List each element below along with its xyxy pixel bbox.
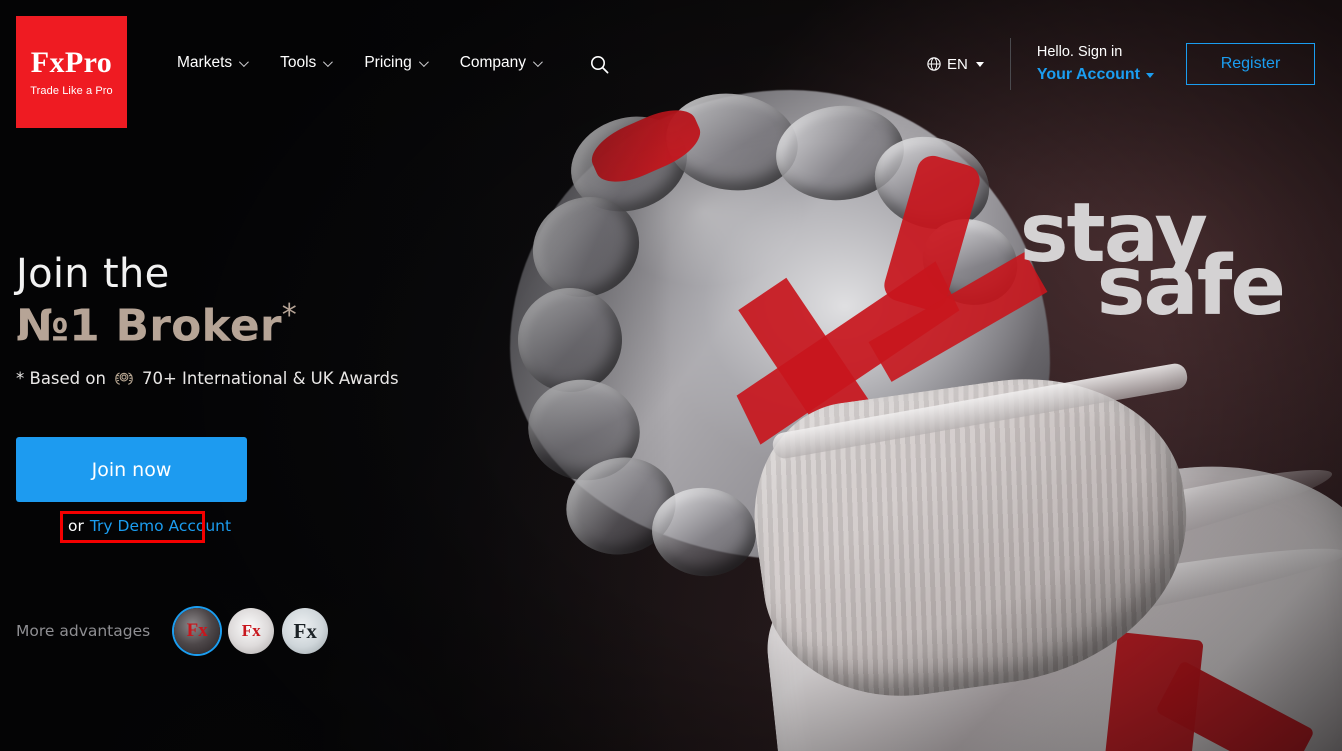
advantage-thumbnails: Fx Fx Fx bbox=[174, 608, 329, 654]
chevron-down-icon bbox=[239, 56, 249, 67]
hero-asterisk: * bbox=[281, 297, 297, 333]
more-advantages-section: More advantages Fx Fx Fx bbox=[16, 608, 329, 654]
chevron-down-icon bbox=[323, 56, 334, 67]
demo-account-row: or Try Demo Account bbox=[68, 517, 231, 535]
nav-label-tools: Tools bbox=[280, 54, 317, 71]
nav-label-markets: Markets bbox=[177, 54, 233, 71]
site-header: FxPro Trade Like a Pro Markets Tools Pri… bbox=[0, 0, 1342, 128]
hero-heading-line-2: №1 Broker* bbox=[16, 297, 297, 352]
more-advantages-label: More advantages bbox=[16, 622, 151, 640]
page-root: stay safe FxPro Trade Like a Pro Markets… bbox=[0, 0, 1342, 751]
header-divider bbox=[1009, 38, 1011, 90]
globe-icon bbox=[927, 57, 941, 71]
logo-tagline: Trade Like a Pro bbox=[30, 84, 113, 97]
language-label: EN bbox=[947, 55, 968, 73]
advantage-thumb-2[interactable]: Fx bbox=[228, 608, 275, 654]
logo-wordmark: FxPro bbox=[30, 45, 113, 79]
nav-item-pricing[interactable]: Pricing bbox=[364, 54, 429, 74]
advantage-thumb-1[interactable]: Fx bbox=[174, 608, 221, 654]
hero-subtitle-prefix: * Based on bbox=[16, 368, 106, 388]
greeting-text: Hello. Sign in bbox=[1036, 44, 1123, 60]
your-account-label: Your Account bbox=[1036, 66, 1140, 83]
nav-label-company: Company bbox=[459, 54, 527, 71]
header-right-cluster: EN Hello. Sign in Your Account Register bbox=[927, 0, 1342, 128]
register-button[interactable]: Register bbox=[1186, 43, 1315, 85]
advantage-thumb-3[interactable]: Fx bbox=[282, 608, 329, 654]
laurel-wreath-icon bbox=[115, 372, 133, 385]
join-now-button[interactable]: Join now bbox=[16, 437, 247, 502]
advantage-thumb-1-glyph: Fx bbox=[186, 620, 208, 641]
primary-nav: Markets Tools Pricing Company bbox=[177, 0, 609, 128]
chevron-down-icon bbox=[533, 56, 543, 67]
nav-item-company[interactable]: Company bbox=[459, 54, 543, 74]
chevron-down-icon bbox=[975, 61, 984, 67]
try-demo-account-link[interactable]: Try Demo Account bbox=[90, 517, 231, 535]
hero-heading-line-2-text: №1 Broker bbox=[16, 300, 282, 352]
statue-hero-image bbox=[470, 80, 1342, 751]
nav-item-markets[interactable]: Markets bbox=[177, 54, 249, 74]
language-selector[interactable]: EN bbox=[927, 56, 984, 73]
search-icon bbox=[591, 55, 609, 73]
your-account-link[interactable]: Your Account bbox=[1037, 66, 1154, 84]
hero-subtitle-suffix: 70+ International & UK Awards bbox=[141, 368, 399, 388]
fxpro-logo[interactable]: FxPro Trade Like a Pro bbox=[16, 16, 127, 128]
hero-heading: Join the №1 Broker* bbox=[16, 252, 297, 352]
advantage-thumb-2-glyph: Fx bbox=[241, 621, 261, 640]
demo-or-label: or bbox=[68, 517, 84, 535]
chevron-down-icon bbox=[418, 56, 429, 67]
chevron-down-icon bbox=[1146, 72, 1154, 78]
advantage-thumb-3-glyph: Fx bbox=[293, 618, 317, 643]
hero-subtitle: * Based on 70+ International & UK Awards bbox=[16, 368, 399, 388]
nav-item-tools[interactable]: Tools bbox=[280, 54, 334, 74]
hero-heading-line-1: Join the bbox=[16, 251, 170, 297]
search-button[interactable] bbox=[590, 55, 609, 74]
account-menu[interactable]: Hello. Sign in Your Account bbox=[1037, 44, 1154, 84]
nav-label-pricing: Pricing bbox=[364, 54, 412, 71]
